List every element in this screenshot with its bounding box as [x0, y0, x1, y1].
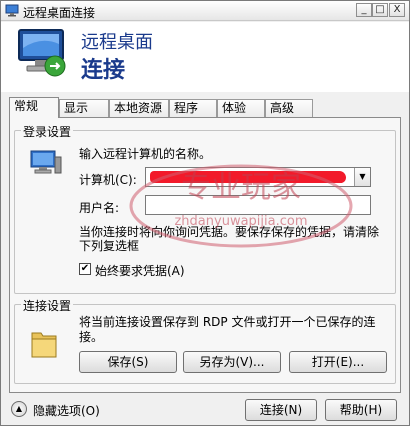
tab-experience[interactable]: 体验: [217, 99, 265, 117]
tab-advanced[interactable]: 高级: [265, 99, 313, 117]
close-button[interactable]: X: [389, 3, 405, 17]
maximize-button[interactable]: □: [372, 3, 388, 17]
chevron-up-icon[interactable]: ▲: [11, 401, 27, 417]
hide-options-button[interactable]: 隐藏选项(O): [33, 402, 100, 419]
remote-desktop-monitor-icon: [18, 29, 66, 77]
header-title-line2: 连接: [81, 58, 126, 83]
credentials-note: 当你连接时将向你询问凭据。要保存保存的凭据，请清除下列复选框: [79, 225, 380, 253]
tab-panel-general: 登录设置 输入远程计算机的名称。 计算机(C): ▼ 用户名: 当你连接时将向你…: [9, 117, 401, 393]
connect-button[interactable]: 连接(N): [245, 399, 317, 421]
computer-label: 计算机(C):: [79, 173, 137, 187]
tab-local-resources[interactable]: 本地资源: [109, 99, 169, 117]
header-title-line1: 远程桌面: [81, 32, 153, 53]
open-button[interactable]: 打开(E)...: [289, 351, 387, 373]
title-bar[interactable]: 远程桌面连接 _ □ X: [1, 1, 409, 21]
computer-prompt: 输入远程计算机的名称。: [79, 147, 212, 161]
login-settings-title: 登录设置: [21, 123, 74, 140]
rdp-window: 远程桌面连接 _ □ X 远程桌面 连接 常规 显示 本地资源 程序 体验 高级…: [0, 0, 410, 426]
tab-programs[interactable]: 程序: [169, 99, 217, 117]
tab-general[interactable]: 常规: [9, 97, 59, 118]
tab-display[interactable]: 显示: [59, 99, 109, 117]
window-title: 远程桌面连接: [23, 6, 96, 20]
connection-settings-title: 连接设置: [21, 297, 74, 314]
computer-icon: [30, 150, 62, 174]
minimize-button[interactable]: _: [356, 3, 372, 17]
connection-settings-group: 连接设置 将当前连接设置保存到 RDP 文件或打开一个已保存的连接。 保存(S)…: [14, 297, 396, 384]
connection-note: 将当前连接设置保存到 RDP 文件或打开一个已保存的连接。: [79, 315, 376, 344]
username-field[interactable]: [145, 195, 371, 215]
always-ask-checkbox[interactable]: ✔: [79, 263, 91, 275]
app-icon: [5, 4, 19, 17]
help-button[interactable]: 帮助(H): [325, 399, 397, 421]
tab-strip: 常规 显示 本地资源 程序 体验 高级: [9, 97, 409, 118]
dialog-header: 远程桌面 连接: [1, 22, 409, 92]
folder-icon: [31, 332, 57, 358]
chevron-down-icon[interactable]: ▼: [354, 168, 370, 186]
login-settings-group: 登录设置 输入远程计算机的名称。 计算机(C): ▼ 用户名: 当你连接时将向你…: [14, 123, 396, 294]
redaction-mark: [150, 171, 346, 183]
username-label: 用户名:: [79, 201, 120, 215]
always-ask-label[interactable]: 始终要求凭据(A): [95, 262, 185, 279]
computer-combobox[interactable]: ▼: [145, 167, 371, 187]
save-button[interactable]: 保存(S): [79, 351, 177, 373]
save-as-button[interactable]: 另存为(V)...: [183, 351, 281, 373]
